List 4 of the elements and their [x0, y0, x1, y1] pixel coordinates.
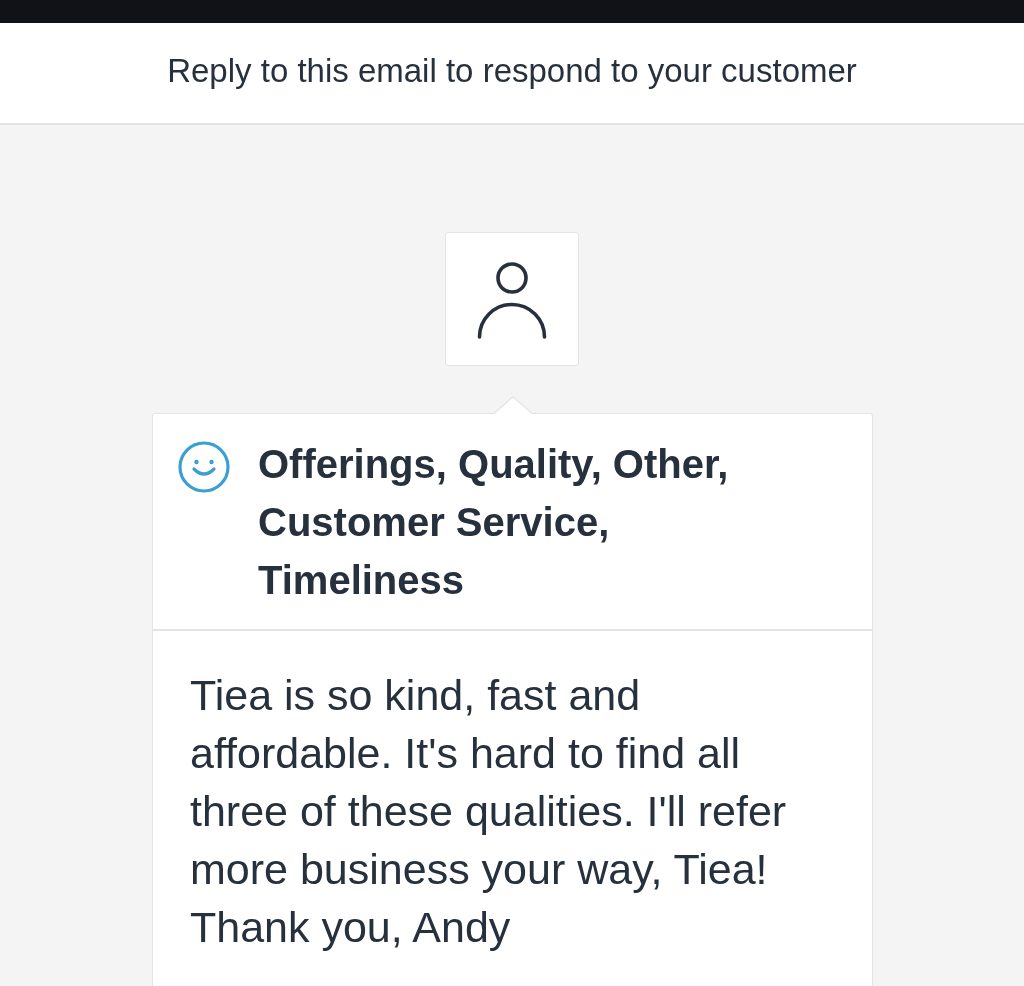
feedback-categories: Offerings, Quality, Other, Customer Service, Timeliness: [258, 441, 730, 604]
person-icon: [477, 262, 547, 340]
review-comment: Tiea is so kind, fast and affordable. It's hard to find all three of these qualities. I'll refer more business your way, Tiea! Thank you, Andy: [190, 670, 788, 953]
banner-text: Reply to this email to respond to your customer: [167, 51, 857, 91]
